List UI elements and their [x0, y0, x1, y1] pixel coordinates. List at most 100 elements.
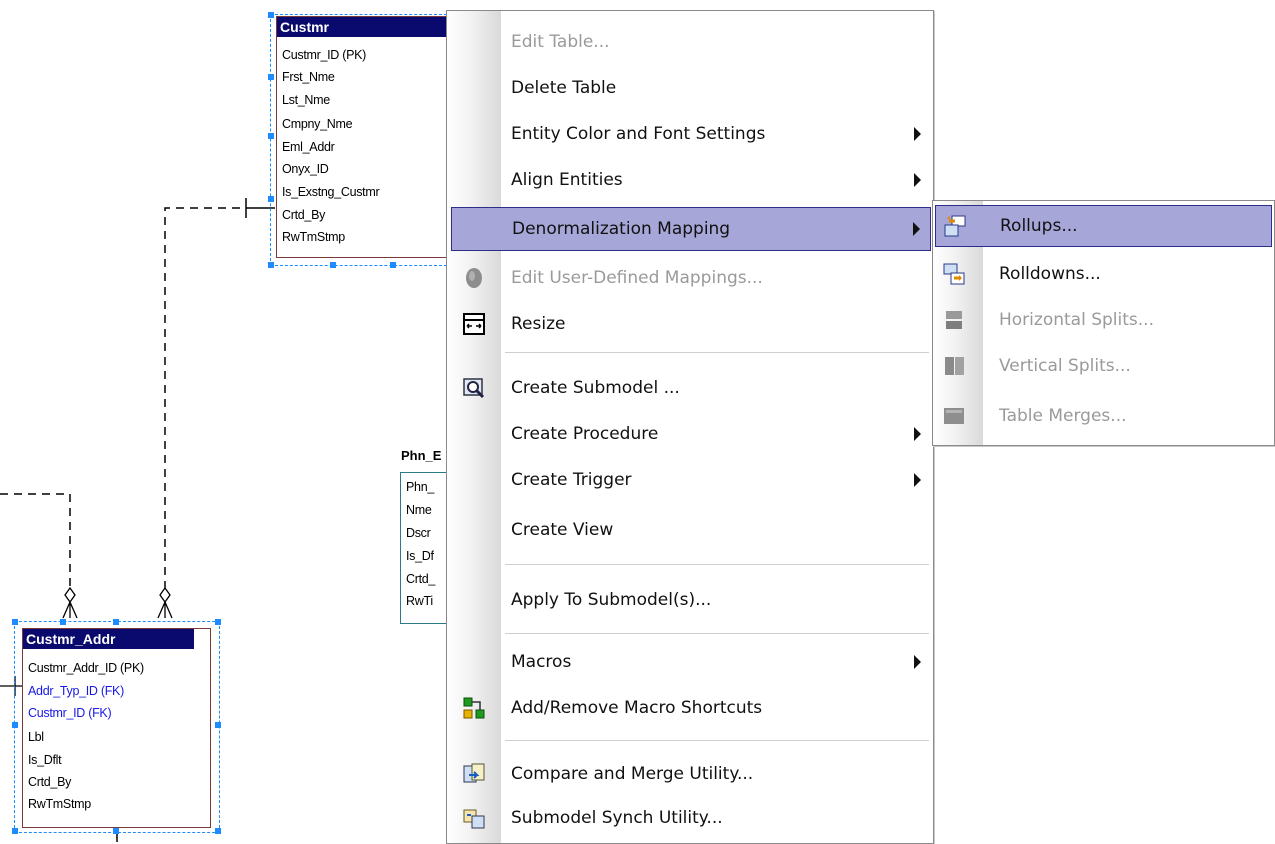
menu-item-submodel-synch[interactable]: Submodel Synch Utility... [449, 799, 931, 837]
entity-attribute: Eml_Addr [282, 140, 335, 154]
entity-attribute: Crtd_ [406, 572, 436, 586]
submenu-item-label: Rollups... [1000, 216, 1078, 236]
entity-custmr-addr[interactable]: Custmr_Addr Custmr_Addr_ID (PK) Addr_Typ… [22, 628, 211, 828]
entity-attribute: Onyx_ID [282, 162, 329, 176]
menu-item-label: Submodel Synch Utility... [511, 808, 723, 828]
entity-attribute: Lst_Nme [282, 93, 330, 107]
entity-title: Phn_E [401, 448, 442, 463]
menu-item-create-trigger[interactable]: Create Trigger [449, 461, 931, 499]
resize-handle[interactable] [60, 619, 66, 625]
entity-attribute: Lbl [28, 730, 44, 744]
entity-attribute: RwTi [406, 594, 433, 608]
menu-item-create-view[interactable]: Create View [449, 511, 931, 549]
resize-icon [463, 313, 485, 335]
submenu-item-rollups[interactable]: Rollups... [935, 205, 1272, 247]
submenu-item-horizontal-splits[interactable]: Horizontal Splits... [935, 301, 1272, 339]
resize-handle[interactable] [12, 619, 18, 625]
menu-item-compare-merge[interactable]: Compare and Merge Utility... [449, 755, 931, 793]
menu-separator [505, 352, 929, 353]
submenu-item-rolldowns[interactable]: Rolldowns... [935, 255, 1272, 293]
submenu-arrow-icon [914, 427, 921, 441]
denormalization-submenu: Rollups... Rolldowns... Horizontal Split… [932, 200, 1275, 446]
submodel-synch-icon [463, 809, 485, 829]
resize-handle[interactable] [12, 828, 18, 834]
resize-handle[interactable] [215, 828, 221, 834]
menu-item-entity-color-font[interactable]: Entity Color and Font Settings [449, 115, 931, 153]
entity-attribute: Frst_Nme [282, 70, 335, 84]
entity-attribute: Is_Df [406, 549, 434, 563]
entity-attribute: Is_Exstng_Custmr [282, 185, 380, 199]
menu-item-label: Edit User-Defined Mappings... [511, 268, 763, 288]
entity-attribute: Dscr [406, 526, 431, 540]
submenu-arrow-icon [914, 473, 921, 487]
submenu-arrow-icon [913, 222, 920, 236]
user-mapping-icon [466, 268, 482, 288]
resize-handle[interactable] [113, 619, 119, 625]
menu-item-resize[interactable]: Resize [449, 305, 931, 343]
menu-item-label: Compare and Merge Utility... [511, 764, 754, 784]
entity-attribute: RwTmStmp [282, 230, 345, 244]
menu-item-label: Entity Color and Font Settings [511, 124, 766, 144]
submenu-item-label: Table Merges... [999, 406, 1127, 426]
entity-custmr[interactable]: Custmr Custmr_ID (PK) Frst_Nme Lst_Nme C… [276, 16, 453, 258]
submenu-item-vertical-splits[interactable]: Vertical Splits... [935, 347, 1272, 385]
menu-item-label: Macros [511, 652, 572, 672]
submenu-item-table-merges[interactable]: Table Merges... [935, 397, 1272, 435]
submenu-item-label: Horizontal Splits... [999, 310, 1154, 330]
rollups-icon [944, 215, 966, 237]
macro-shortcuts-icon [463, 697, 485, 719]
resize-handle[interactable] [330, 262, 336, 268]
resize-handle[interactable] [215, 619, 221, 625]
entity-attribute: Crtd_By [282, 208, 326, 222]
menu-separator [505, 740, 929, 741]
vertical-splits-icon [945, 357, 964, 375]
menu-item-create-procedure[interactable]: Create Procedure [449, 415, 931, 453]
menu-item-label: Resize [511, 314, 566, 334]
resize-handle[interactable] [12, 722, 18, 728]
resize-handle[interactable] [268, 74, 274, 80]
menu-item-label: Denormalization Mapping [512, 219, 731, 239]
entity-attribute: RwTmStmp [28, 797, 91, 811]
menu-item-label: Edit Table... [511, 32, 610, 52]
entity-attribute: Is_Dflt [28, 753, 62, 767]
menu-item-add-remove-macro-shortcuts[interactable]: Add/Remove Macro Shortcuts [449, 689, 931, 727]
resize-handle[interactable] [268, 12, 274, 18]
entity-attribute: Nme [406, 503, 432, 517]
menu-item-macros[interactable]: Macros [449, 643, 931, 681]
resize-handle[interactable] [113, 828, 119, 834]
resize-handle[interactable] [268, 133, 274, 139]
menu-item-denormalization-mapping[interactable]: Denormalization Mapping [451, 207, 931, 251]
entity-title: Custmr_Addr [23, 629, 194, 649]
menu-item-edit-table[interactable]: Edit Table... [449, 23, 931, 61]
submenu-arrow-icon [914, 127, 921, 141]
menu-item-apply-to-submodels[interactable]: Apply To Submodel(s)... [449, 581, 931, 619]
entity-attribute: Custmr_ID (PK) [282, 48, 367, 62]
submenu-item-label: Vertical Splits... [999, 356, 1131, 376]
resize-handle[interactable] [268, 196, 274, 202]
resize-handle[interactable] [215, 722, 221, 728]
menu-separator [505, 633, 929, 634]
menu-item-label: Apply To Submodel(s)... [511, 590, 712, 610]
resize-handle[interactable] [390, 262, 396, 268]
menu-item-edit-user-defined-mappings[interactable]: Edit User-Defined Mappings... [449, 259, 931, 297]
menu-item-create-submodel[interactable]: Create Submodel ... [449, 369, 931, 407]
horizontal-splits-icon [946, 311, 962, 329]
rolldowns-icon [943, 263, 965, 285]
compare-merge-icon [463, 763, 485, 783]
menu-item-label: Create Procedure [511, 424, 659, 444]
submenu-arrow-icon [914, 655, 921, 669]
entity-attribute: Custmr_Addr_ID (PK) [28, 661, 144, 675]
entity-attribute-fk: Addr_Typ_ID (FK) [28, 684, 124, 698]
entity-attribute: Crtd_By [28, 775, 72, 789]
menu-item-label: Add/Remove Macro Shortcuts [511, 698, 763, 718]
menu-item-delete-table[interactable]: Delete Table [449, 69, 931, 107]
menu-item-label: Delete Table [511, 78, 617, 98]
menu-item-align-entities[interactable]: Align Entities [449, 161, 931, 199]
menu-item-label: Create Trigger [511, 470, 632, 490]
context-menu: Edit Table... Delete Table Entity Color … [446, 10, 934, 844]
submenu-item-label: Rolldowns... [999, 264, 1101, 284]
menu-item-label: Create Submodel ... [511, 378, 680, 398]
entity-title: Custmr [277, 17, 452, 37]
menu-item-label: Create View [511, 520, 614, 540]
resize-handle[interactable] [268, 262, 274, 268]
